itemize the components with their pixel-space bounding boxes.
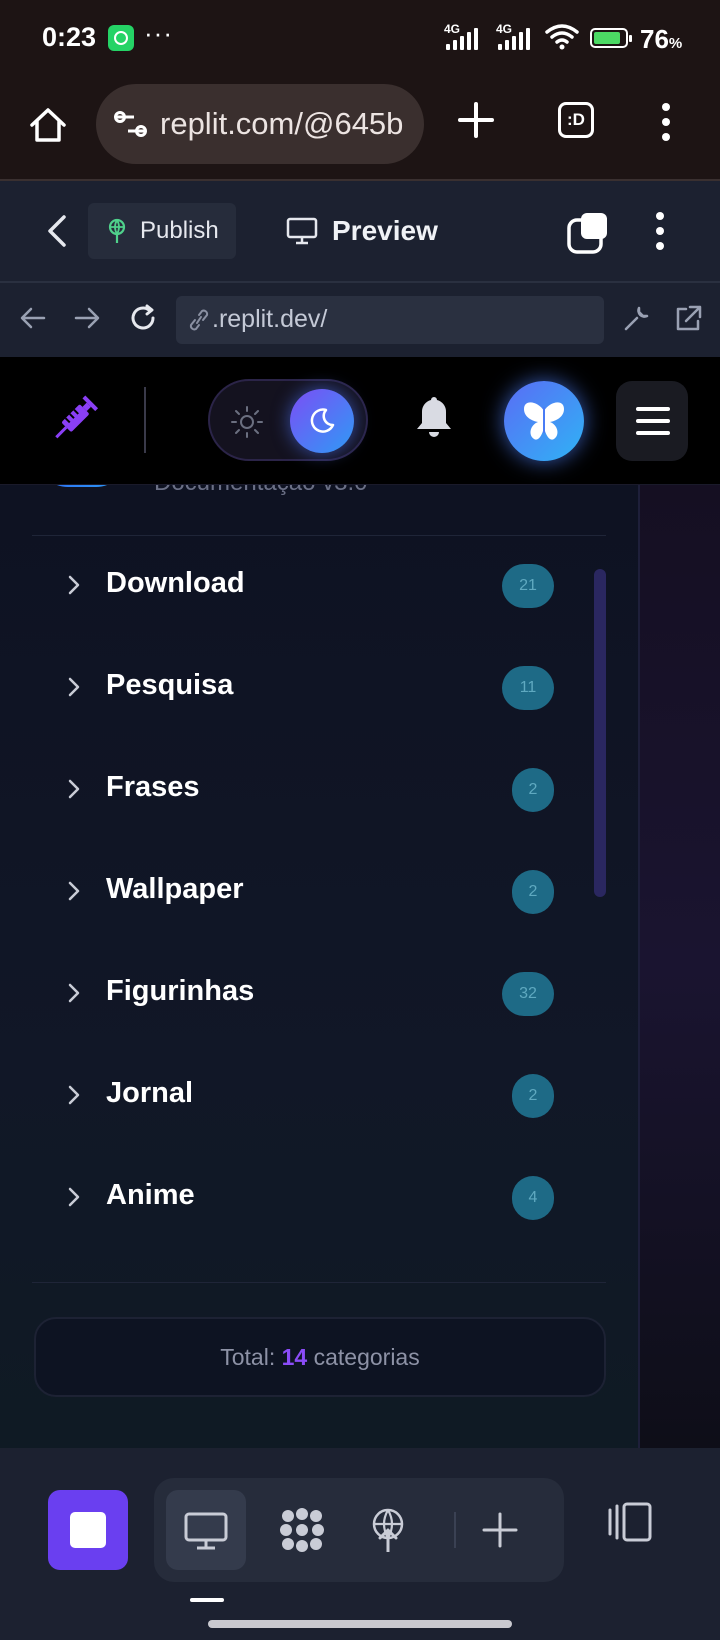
- category-item-anime[interactable]: Anime 4: [56, 1167, 556, 1227]
- status-bar: 0:23 ··· 4G 4G 76%: [0, 0, 720, 78]
- content-area: Documentação v3.0 Download 21 Pesquisa 1…: [0, 485, 720, 1448]
- total-categories-box: Total: 14 categorias: [34, 1317, 606, 1397]
- category-name: Frases: [106, 771, 200, 803]
- signal-icon-2: 4G: [496, 22, 530, 50]
- chevron-right-icon: [68, 677, 80, 697]
- tab-switcher-button[interactable]: :D: [558, 102, 594, 138]
- panels-layout-icon[interactable]: [606, 1502, 654, 1542]
- open-external-icon[interactable]: [672, 303, 704, 335]
- chevron-right-icon: [68, 575, 80, 595]
- wifi-icon: [545, 24, 579, 50]
- home-gesture-bar[interactable]: [208, 1620, 512, 1628]
- replit-menu-icon[interactable]: [654, 211, 666, 251]
- docs-subtitle: Documentação v3.0: [154, 485, 367, 497]
- hamburger-menu-button[interactable]: [616, 381, 688, 461]
- battery-icon: [590, 28, 632, 48]
- header-divider: [144, 387, 146, 453]
- battery-percent: 76%: [640, 24, 683, 54]
- add-tool-icon[interactable]: [476, 1506, 524, 1554]
- preview-tab[interactable]: Preview: [286, 203, 438, 259]
- link-icon: [189, 309, 209, 331]
- chevron-right-icon: [68, 881, 80, 901]
- preview-url-bar: .replit.dev/: [0, 283, 720, 357]
- total-count: 14: [281, 1344, 308, 1370]
- browser-toolbar: replit.com/@645b :D: [0, 78, 720, 181]
- back-icon[interactable]: [42, 213, 72, 249]
- back-arrow-icon[interactable]: [18, 303, 48, 333]
- reload-icon[interactable]: [128, 303, 158, 333]
- category-count-badge: 11: [502, 666, 554, 710]
- multi-window-icon[interactable]: [566, 211, 610, 255]
- theme-toggle-knob[interactable]: [290, 389, 354, 453]
- category-item-pesquisa[interactable]: Pesquisa 11: [56, 657, 556, 717]
- forward-arrow-icon[interactable]: [72, 303, 102, 333]
- publish-label: Publish: [140, 217, 219, 244]
- moon-icon: [310, 408, 335, 433]
- syringe-icon[interactable]: [44, 391, 104, 451]
- category-count-badge: 32: [502, 972, 554, 1016]
- address-bar-url: replit.com/@645b: [160, 106, 404, 141]
- signal-icon: 4G: [444, 22, 478, 50]
- category-item-frases[interactable]: Frases 2: [56, 759, 556, 819]
- status-time: 0:23: [42, 22, 97, 52]
- category-item-wallpaper[interactable]: Wallpaper 2: [56, 861, 556, 921]
- sun-icon[interactable]: [230, 405, 264, 439]
- divider: [32, 1282, 606, 1283]
- avatar[interactable]: [504, 381, 584, 461]
- category-name: Pesquisa: [106, 669, 234, 701]
- docs-logo: [36, 485, 128, 487]
- category-item-download[interactable]: Download 21: [56, 555, 556, 615]
- preview-url-field[interactable]: .replit.dev/: [176, 296, 604, 344]
- replit-bottom-toolbar: [0, 1448, 720, 1640]
- active-tool-indicator: [190, 1598, 224, 1602]
- new-tab-icon[interactable]: [456, 100, 496, 140]
- category-count-badge: 4: [512, 1176, 554, 1220]
- monitor-icon: [286, 217, 318, 245]
- home-icon[interactable]: [28, 105, 68, 145]
- category-item-figurinhas[interactable]: Figurinhas 32: [56, 963, 556, 1023]
- chevron-right-icon: [68, 1085, 80, 1105]
- preview-url-text: .replit.dev/: [212, 305, 328, 333]
- site-settings-icon[interactable]: [114, 110, 148, 138]
- total-suffix: categorias: [313, 1344, 420, 1370]
- category-name: Anime: [106, 1179, 195, 1211]
- chevron-right-icon: [68, 1187, 80, 1207]
- category-count-badge: 21: [502, 564, 554, 608]
- butterfly-icon: [524, 402, 564, 440]
- divider: [32, 535, 606, 536]
- category-item-jornal[interactable]: Jornal 2: [56, 1065, 556, 1125]
- chevron-right-icon: [68, 779, 80, 799]
- replit-toolbar: Publish Preview: [0, 181, 720, 283]
- sidebar-scrollbar[interactable]: [594, 569, 606, 897]
- category-name: Figurinhas: [106, 975, 255, 1007]
- category-name: Wallpaper: [106, 873, 244, 905]
- stop-icon: [70, 1512, 106, 1548]
- stop-button[interactable]: [48, 1490, 128, 1570]
- tool-separator: [454, 1512, 456, 1548]
- tool-switcher: [154, 1478, 564, 1582]
- publish-icon: [108, 218, 126, 243]
- browser-menu-icon[interactable]: [660, 102, 672, 142]
- theme-toggle[interactable]: [208, 379, 368, 461]
- publish-button[interactable]: Publish: [88, 203, 236, 259]
- total-prefix: Total:: [220, 1344, 276, 1370]
- chevron-right-icon: [68, 983, 80, 1003]
- devtools-wrench-icon[interactable]: [620, 303, 652, 335]
- category-count-badge: 2: [512, 1074, 554, 1118]
- bell-icon[interactable]: [414, 393, 454, 439]
- app-header: [0, 357, 720, 485]
- agent-icon[interactable]: [278, 1506, 326, 1554]
- deploy-globe-icon[interactable]: [364, 1506, 412, 1554]
- category-count-badge: 2: [512, 870, 554, 914]
- more-notifications-icon: ···: [144, 18, 173, 48]
- category-count-badge: 2: [512, 768, 554, 812]
- categories-sidebar: Documentação v3.0 Download 21 Pesquisa 1…: [0, 485, 640, 1448]
- page-background-strip: [640, 485, 720, 1448]
- preview-monitor-icon[interactable]: [182, 1506, 230, 1554]
- whatsapp-icon: [108, 25, 134, 51]
- category-name: Download: [106, 567, 245, 599]
- category-name: Jornal: [106, 1077, 194, 1109]
- preview-label: Preview: [332, 215, 438, 246]
- address-bar[interactable]: replit.com/@645b: [96, 84, 424, 164]
